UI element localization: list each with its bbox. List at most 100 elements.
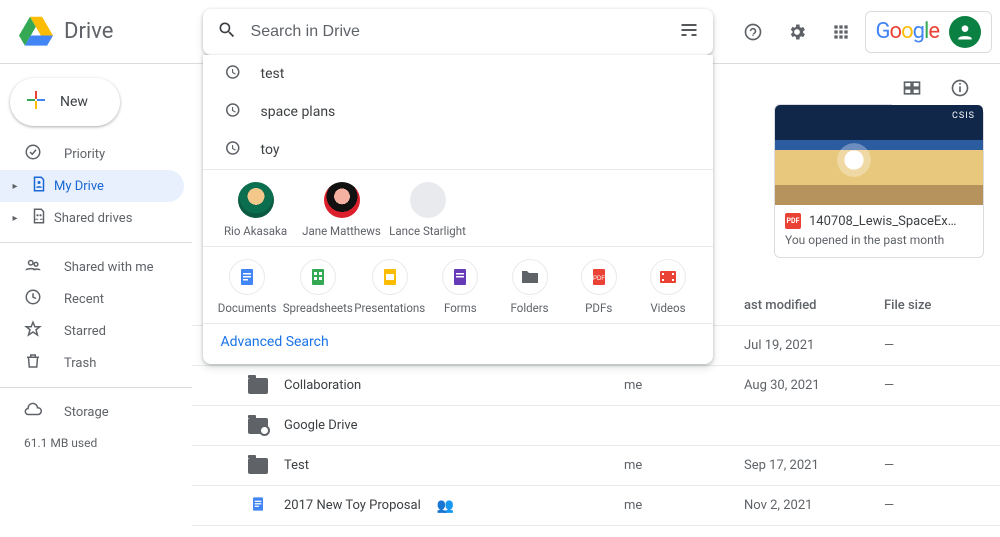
info-icon[interactable] xyxy=(940,68,980,108)
search-area: test space plans toy Rio Akasaka Jane Ma… xyxy=(203,9,713,55)
type-label: Spreadsheets xyxy=(283,301,353,315)
brand[interactable]: Drive xyxy=(16,12,203,52)
caret-icon: ▸ xyxy=(6,213,24,224)
shdrive-icon xyxy=(30,207,48,229)
recent-search-item[interactable]: test xyxy=(203,55,713,93)
new-button[interactable]: New xyxy=(10,78,120,126)
sidebar-item-label: Priority xyxy=(64,147,105,162)
file-row[interactable]: Google Drive xyxy=(192,406,1000,446)
sidebar-item-priority[interactable]: Priority xyxy=(0,138,184,170)
search-bar[interactable] xyxy=(203,9,713,55)
star-icon xyxy=(24,320,42,342)
file-row[interactable]: 2017 New Toy Proposal👥 me Nov 2, 2021 — xyxy=(192,486,1000,526)
recent-search-item[interactable]: space plans xyxy=(203,93,713,131)
person-avatar-icon xyxy=(410,182,446,218)
google-account-switcher[interactable]: Google xyxy=(865,11,992,53)
file-modified: Jul 19, 2021 xyxy=(744,338,884,353)
pdf-icon: PDF xyxy=(785,213,801,229)
sidebar-item-trash[interactable]: Trash xyxy=(0,347,184,379)
card-title: 140708_Lewis_SpaceEx… xyxy=(809,214,956,229)
history-icon xyxy=(223,63,241,85)
person-chip[interactable]: Jane Matthews xyxy=(301,182,383,238)
search-suggestions-panel: test space plans toy Rio Akasaka Jane Ma… xyxy=(203,55,713,364)
col-size[interactable]: File size xyxy=(884,298,984,313)
file-row[interactable]: Collaboration me Aug 30, 2021 — xyxy=(192,366,1000,406)
recent-icon xyxy=(24,288,42,310)
person-name: Lance Starlight xyxy=(389,224,466,238)
svg-text:PDF: PDF xyxy=(593,276,605,282)
type-chip[interactable]: PDF PDFs xyxy=(566,259,631,315)
priority-icon xyxy=(24,143,42,165)
cloud-icon xyxy=(24,401,42,423)
file-size: — xyxy=(884,338,984,353)
col-modified[interactable]: ast modified xyxy=(744,298,884,313)
sidebar-item-shdrive[interactable]: ▸ Shared drives xyxy=(0,202,184,234)
sidebar-item-label: Starred xyxy=(64,324,106,339)
type-label: Folders xyxy=(511,301,549,315)
history-icon xyxy=(223,101,241,123)
folder-icon xyxy=(248,378,268,394)
topbar-right: Google xyxy=(713,11,992,53)
history-icon xyxy=(223,139,241,161)
sidebar-item-label: Shared drives xyxy=(54,211,132,226)
file-modified: Aug 30, 2021 xyxy=(744,378,884,393)
recent-search-item[interactable]: toy xyxy=(203,131,713,169)
view-toggle-icon[interactable] xyxy=(892,68,932,108)
type-label: Documents xyxy=(218,301,277,315)
sidebar-item-label: Trash xyxy=(64,356,96,371)
type-chip[interactable]: Videos xyxy=(635,259,700,315)
file-name: 2017 New Toy Proposal xyxy=(284,498,421,513)
card-reason: You opened in the past month xyxy=(785,229,973,247)
thumbnail xyxy=(775,105,983,205)
doc-icon xyxy=(229,259,265,295)
type-chip[interactable]: Spreadsheets xyxy=(284,259,352,315)
sidebar-item-storage[interactable]: Storage xyxy=(0,396,184,428)
type-chip[interactable]: Forms xyxy=(428,259,493,315)
sidebar: New Priority▸ My Drive▸ Shared drives Sh… xyxy=(0,64,192,537)
file-size: — xyxy=(884,378,984,393)
caret-icon: ▸ xyxy=(6,181,24,192)
person-avatar-icon xyxy=(324,182,360,218)
sidebar-item-mydrive[interactable]: ▸ My Drive xyxy=(0,170,184,202)
storage-used: 61.1 MB used xyxy=(0,428,192,450)
apps-icon[interactable] xyxy=(821,12,861,52)
type-chip[interactable]: Documents xyxy=(215,259,280,315)
type-label: Presentations xyxy=(354,301,425,315)
type-label: PDFs xyxy=(585,301,612,315)
person-name: Jane Matthews xyxy=(302,224,381,238)
type-chip[interactable]: Presentations xyxy=(356,259,424,315)
advanced-search-link[interactable]: Advanced Search xyxy=(203,323,713,358)
type-chip[interactable]: Folders xyxy=(497,259,562,315)
recent-search-label: space plans xyxy=(261,104,336,120)
sidebar-item-star[interactable]: Starred xyxy=(0,315,184,347)
new-label: New xyxy=(60,94,88,110)
search-input[interactable] xyxy=(251,23,665,41)
person-chip[interactable]: Rio Akasaka xyxy=(215,182,297,238)
type-label: Forms xyxy=(444,301,477,315)
person-chip[interactable]: Lance Starlight xyxy=(387,182,469,238)
search-icon xyxy=(217,20,237,44)
file-size: — xyxy=(884,458,984,473)
settings-icon[interactable] xyxy=(777,12,817,52)
file-row[interactable]: Test me Sep 17, 2021 — xyxy=(192,446,1000,486)
help-icon[interactable] xyxy=(733,12,773,52)
sidebar-item-shared[interactable]: Shared with me xyxy=(0,251,184,283)
file-owner: me xyxy=(624,378,744,393)
user-avatar-icon[interactable] xyxy=(949,16,981,48)
folder-icon xyxy=(248,458,268,474)
sheet-icon xyxy=(300,259,336,295)
search-options-icon[interactable] xyxy=(679,20,699,44)
sidebar-item-label: Shared with me xyxy=(64,260,154,275)
shared-icon: 👥 xyxy=(437,498,454,514)
recent-search-label: test xyxy=(261,66,285,82)
topbar: Drive test space plans toy Rio Akasaka J… xyxy=(0,0,1000,64)
suggested-card[interactable]: PDF 140708_Lewis_SpaceEx… You opened in t… xyxy=(774,104,984,258)
person-avatar-icon xyxy=(238,182,274,218)
sidebar-item-recent[interactable]: Recent xyxy=(0,283,184,315)
file-name: Google Drive xyxy=(284,418,357,433)
sidebar-item-label: My Drive xyxy=(54,179,104,194)
file-name: Test xyxy=(284,458,309,473)
form-icon xyxy=(442,259,478,295)
storage-label: Storage xyxy=(64,405,109,420)
trash-icon xyxy=(24,352,42,374)
